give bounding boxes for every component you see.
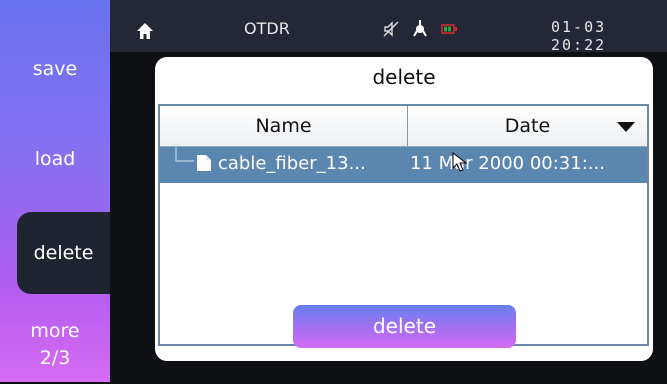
table-row[interactable]: cable_fiber_13... 11 Mar 2000 00:31:... [160, 147, 647, 183]
more-label: more [30, 320, 80, 342]
sidebar-load-button[interactable]: load [0, 140, 110, 178]
dialog-title: delete [372, 65, 436, 89]
status-bar: OTDR 01-03 20:22 [110, 0, 667, 54]
home-icon[interactable] [136, 22, 154, 40]
sidebar-save-button[interactable]: save [0, 50, 110, 88]
delete-button[interactable]: delete [293, 305, 516, 348]
table-header: Name Date [160, 106, 647, 147]
column-header-name[interactable]: Name [160, 106, 408, 146]
sidebar-more-button[interactable]: more 2/3 [0, 315, 110, 384]
column-header-date[interactable]: Date [408, 106, 647, 146]
battery-icon [441, 24, 457, 34]
mouse-cursor-icon [452, 152, 468, 172]
delete-dialog: delete Name Date cable_fiber_13... 11 Ma… [155, 57, 653, 361]
otdr-screen: save load delete more 2/3 OTDR 01-03 20:… [0, 0, 667, 382]
clock: 01-03 20:22 [551, 18, 607, 54]
tree-branch-icon [175, 147, 194, 162]
sidebar-delete-button[interactable]: delete [17, 212, 110, 294]
column-header-date-label: Date [504, 115, 551, 137]
sidebar: save load delete more 2/3 [0, 0, 110, 382]
page-indicator: 2/3 [39, 347, 71, 369]
sort-down-icon[interactable] [617, 122, 635, 132]
file-name-cell: cable_fiber_13... [218, 153, 366, 174]
probe-icon [413, 20, 427, 37]
file-icon [197, 155, 211, 171]
mute-icon [383, 21, 399, 37]
file-date-cell: 11 Mar 2000 00:31:... [410, 153, 605, 174]
app-title: OTDR [244, 19, 290, 38]
